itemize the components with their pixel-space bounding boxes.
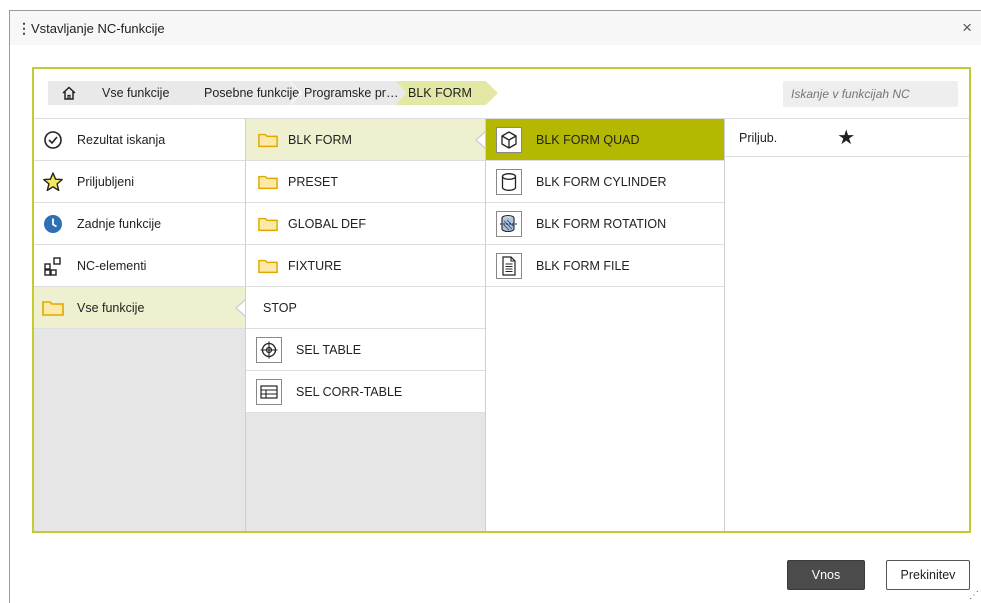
cube-icon <box>496 126 522 153</box>
cancel-button[interactable]: Prekinitev <box>886 560 970 590</box>
subcategory-label: PRESET <box>288 174 339 189</box>
breadcrumb-item-all-functions[interactable]: Vse funkcije <box>86 81 204 105</box>
category-item-recent[interactable]: Zadnje funkcije <box>34 203 245 245</box>
folder-icon <box>258 131 278 149</box>
clock-icon <box>42 213 64 235</box>
dialog-border-left <box>9 10 10 603</box>
function-item-blk-form-file[interactable]: BLK FORM FILE <box>486 245 724 287</box>
close-icon[interactable]: × <box>962 19 972 36</box>
star-icon[interactable]: ★ <box>837 125 855 150</box>
category-item-favorites[interactable]: Priljubljeni <box>34 161 245 203</box>
resize-grip-icon[interactable]: ⋰ <box>969 590 979 601</box>
category-label: NC-elementi <box>77 258 147 273</box>
subcategory-label: BLK FORM <box>288 132 352 147</box>
category-label: Zadnje funkcije <box>77 216 162 231</box>
subcategory-item-global-def[interactable]: GLOBAL DEF <box>246 203 485 245</box>
function-label: BLK FORM ROTATION <box>536 216 667 231</box>
function-label: BLK FORM FILE <box>536 258 630 273</box>
subcategory-label: SEL CORR-TABLE <box>296 384 403 399</box>
crosshair-icon <box>256 336 282 363</box>
category-label: Vse funkcije <box>77 300 145 315</box>
category-label: Rezultat iskanja <box>77 132 166 147</box>
subcategory-item-blk-form[interactable]: BLK FORM <box>246 119 486 161</box>
subcategory-label: FIXTURE <box>288 258 342 273</box>
details-panel: Priljub. ★ <box>724 119 969 531</box>
folder-icon <box>258 257 278 275</box>
folder-icon <box>258 215 278 233</box>
breadcrumb-item-blk-form[interactable]: BLK FORM <box>396 81 498 105</box>
subcategory-label: SEL TABLE <box>296 342 362 357</box>
cylinder-icon <box>496 168 522 195</box>
function-list: BLK FORM QUAD BLK FORM CYLINDER BLK FORM… <box>485 119 724 531</box>
category-item-nc-elements[interactable]: NC-elementi <box>34 245 245 287</box>
function-item-blk-form-rotation[interactable]: BLK FORM ROTATION <box>486 203 724 245</box>
favorite-row: Priljub. ★ <box>725 119 969 157</box>
subcategory-item-stop[interactable]: STOP <box>246 287 485 329</box>
function-label: BLK FORM QUAD <box>536 132 640 147</box>
subcategory-item-preset[interactable]: PRESET <box>246 161 485 203</box>
check-circle-icon <box>42 129 64 151</box>
breadcrumb-item-program-specs[interactable]: Programske pr… <box>290 81 412 105</box>
ok-button[interactable]: Vnos <box>787 560 865 590</box>
function-label: BLK FORM CYLINDER <box>536 174 667 189</box>
function-browser: Vse funkcije Posebne funkcije Programske… <box>32 67 971 533</box>
function-item-blk-form-cylinder[interactable]: BLK FORM CYLINDER <box>486 161 724 203</box>
category-label: Priljubljeni <box>77 174 134 189</box>
category-item-search-results[interactable]: Rezultat iskanja <box>34 119 245 161</box>
grid-icon <box>42 255 64 277</box>
dialog-titlebar[interactable]: ⋮ Vstavljanje NC-funkcije × <box>10 11 981 45</box>
category-list: Rezultat iskanja Priljubljeni Zadnje fun… <box>34 119 246 531</box>
subcategory-item-sel-corr-table[interactable]: SEL CORR-TABLE <box>246 371 485 413</box>
drag-handle-icon[interactable]: ⋮ <box>17 20 31 37</box>
folder-icon <box>42 297 64 319</box>
star-outline-icon <box>42 171 64 193</box>
function-item-blk-form-quad[interactable]: BLK FORM QUAD <box>486 119 724 161</box>
subcategory-item-sel-table[interactable]: SEL TABLE <box>246 329 485 371</box>
subcategory-item-fixture[interactable]: FIXTURE <box>246 245 485 287</box>
breadcrumb: Vse funkcije Posebne funkcije Programske… <box>34 69 969 119</box>
subcategory-list: BLK FORM PRESET GLOBAL DEF FIXTURE STOP … <box>245 119 486 531</box>
dialog-title: Vstavljanje NC-funkcije <box>31 21 165 36</box>
insert-nc-function-dialog: ⋮ Vstavljanje NC-funkcije × Vse funkcije… <box>0 0 981 603</box>
folder-icon <box>258 173 278 191</box>
subcategory-label: GLOBAL DEF <box>288 216 367 231</box>
file-icon <box>496 252 522 279</box>
breadcrumb-item-special-functions[interactable]: Posebne funkcije <box>192 81 300 105</box>
subcategory-label: STOP <box>263 300 297 315</box>
table-icon <box>256 378 282 405</box>
favorite-label: Priljub. <box>739 130 778 145</box>
rotation-icon <box>496 210 522 237</box>
search-input[interactable] <box>783 81 958 107</box>
category-item-all-functions[interactable]: Vse funkcije <box>34 287 246 329</box>
home-icon <box>62 86 76 100</box>
